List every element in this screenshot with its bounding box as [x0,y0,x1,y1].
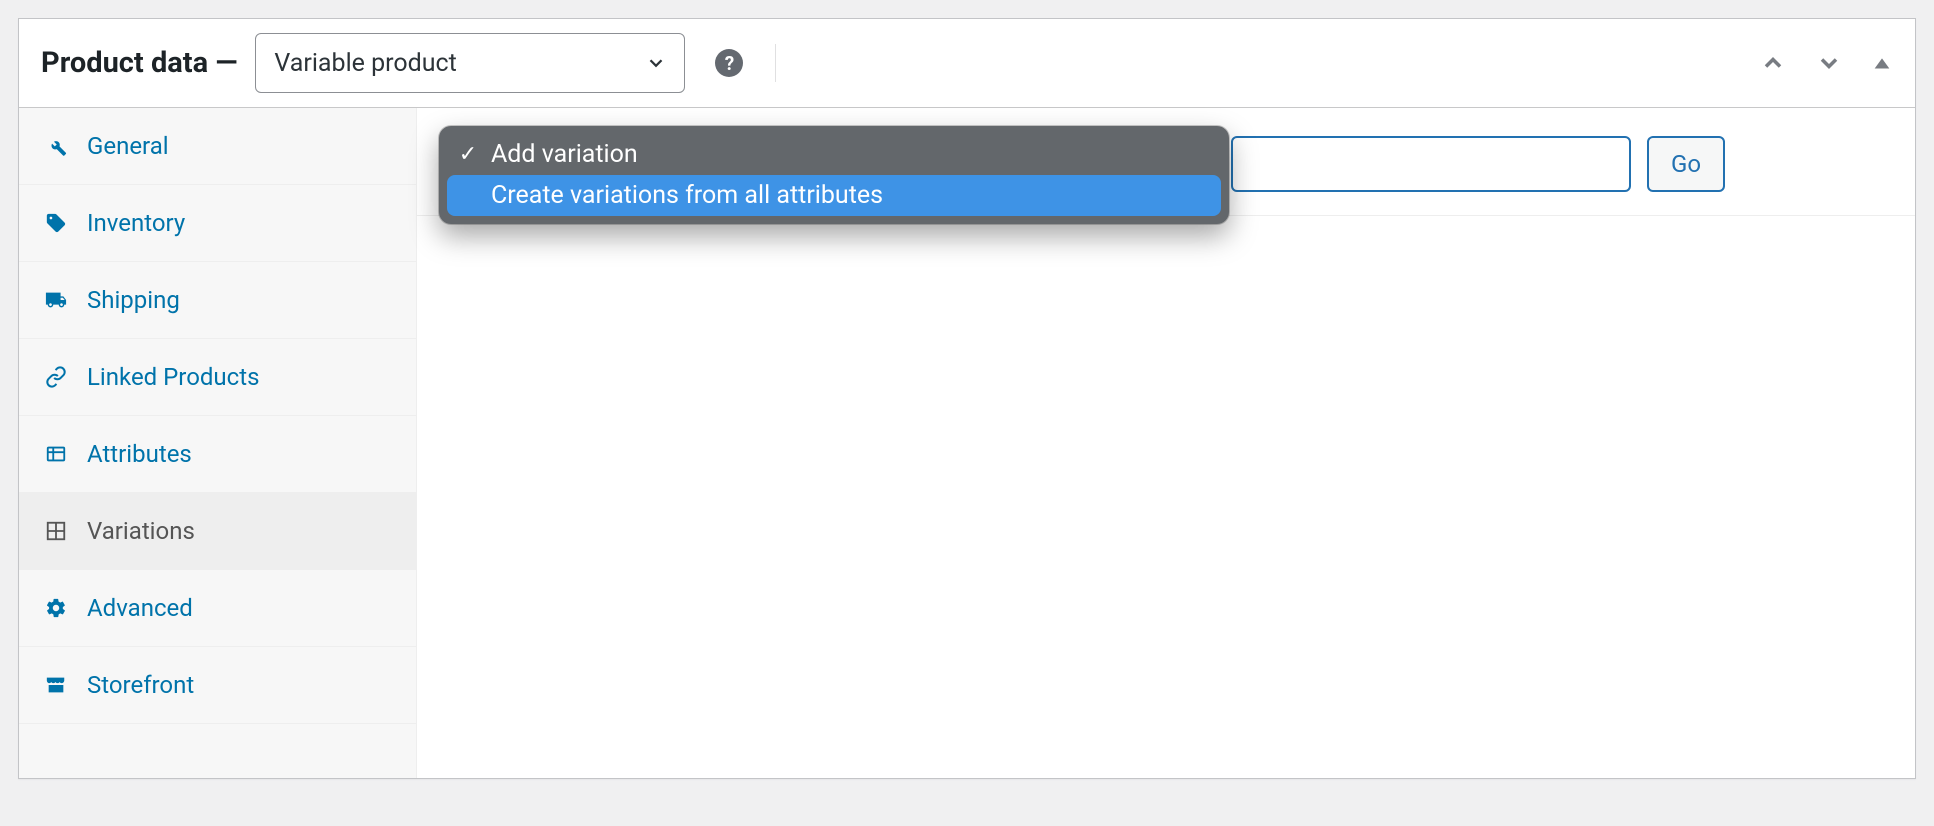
dropdown-option-label: Create variations from all attributes [491,181,883,210]
panel-title: Product data — [41,46,237,80]
tab-linked-link[interactable]: Linked Products [19,339,416,415]
dropdown-option-add-variation[interactable]: ✓ Add variation [447,134,1221,175]
panel-body: General Inventory Shipping [19,108,1915,778]
tab-label: Advanced [87,594,193,622]
tab-label: Shipping [87,286,180,314]
tab-attributes: Attributes [19,416,416,493]
product-data-panel: Product data — Variable product ? [18,18,1916,779]
go-button[interactable]: Go [1647,136,1725,192]
tab-label: Attributes [87,440,192,468]
tab-inventory-link[interactable]: Inventory [19,185,416,261]
panel-toggle-button[interactable] [1871,52,1893,74]
list-icon [43,443,69,465]
help-icon[interactable]: ? [715,49,743,77]
dropdown-option-create-from-attributes[interactable]: Create variations from all attributes [447,175,1221,216]
tab-shipping-link[interactable]: Shipping [19,262,416,338]
gear-icon [43,597,69,619]
truck-icon [43,289,69,311]
tab-label: Inventory [87,209,185,237]
tab-linked: Linked Products [19,339,416,416]
variations-panel: Go ✓ Add variation Create variations fro… [417,108,1915,778]
dropdown-option-label: Add variation [491,140,638,169]
tab-general: General [19,108,416,185]
panel-header-controls [1759,49,1893,77]
tab-advanced-link[interactable]: Advanced [19,570,416,646]
tab-label: Variations [87,517,195,545]
tab-label: Linked Products [87,363,259,391]
panel-move-down-button[interactable] [1815,49,1843,77]
panel-header: Product data — Variable product ? [19,19,1915,108]
tab-variations-link[interactable]: Variations [19,493,416,569]
tab-storefront: Storefront [19,647,416,724]
variation-action-select[interactable] [1231,136,1631,192]
wrench-icon [43,135,69,157]
variation-action-dropdown[interactable]: ✓ Add variation Create variations from a… [439,126,1229,224]
tab-variations: Variations [19,493,416,570]
product-type-select[interactable]: Variable product [255,33,685,93]
tab-advanced: Advanced [19,570,416,647]
divider [775,44,776,82]
panel-move-up-button[interactable] [1759,49,1787,77]
grid-icon [43,520,69,542]
check-icon: ✓ [457,142,479,167]
store-icon [43,674,69,696]
tab-attributes-link[interactable]: Attributes [19,416,416,492]
tag-icon [43,212,69,234]
link-icon [43,366,69,388]
tab-general-link[interactable]: General [19,108,416,184]
product-data-tabs: General Inventory Shipping [19,108,417,778]
tab-inventory: Inventory [19,185,416,262]
tab-storefront-link[interactable]: Storefront [19,647,416,723]
tab-label: General [87,132,169,160]
tab-label: Storefront [87,671,194,699]
tab-shipping: Shipping [19,262,416,339]
product-type-select-wrap: Variable product [255,33,685,93]
